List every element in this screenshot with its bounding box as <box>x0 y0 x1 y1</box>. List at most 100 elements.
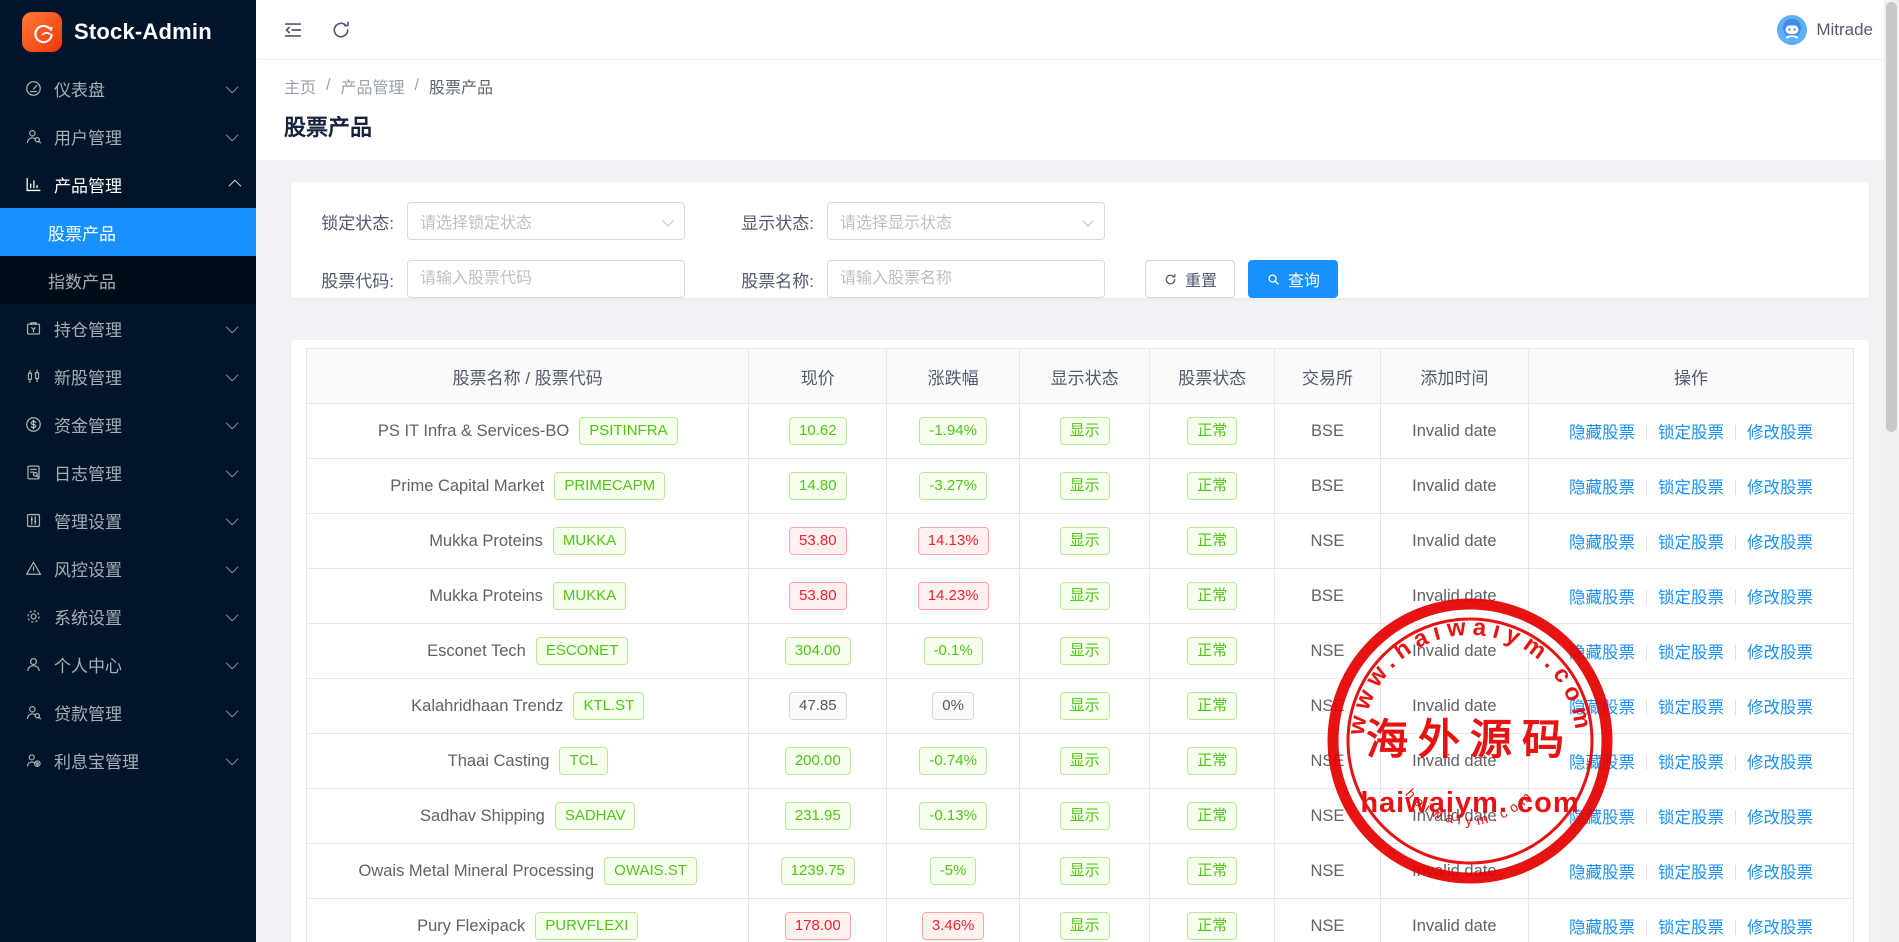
chevron-down-icon <box>226 128 239 141</box>
lock-stock-link[interactable]: 锁定股票 <box>1658 864 1724 882</box>
lock-status-select[interactable]: 请选择锁定状态 <box>407 202 685 240</box>
action-divider <box>1646 920 1647 935</box>
hide-stock-link[interactable]: 隐藏股票 <box>1569 754 1635 772</box>
table-header-row: 股票名称 / 股票代码 现价 涨跌幅 显示状态 股票状态 交易所 添加时间 操作 <box>307 349 1854 404</box>
hide-stock-link[interactable]: 隐藏股票 <box>1569 699 1635 717</box>
sidebar-item-loans[interactable]: 贷款管理 <box>0 688 256 736</box>
stock-status-badge: 正常 <box>1187 527 1237 555</box>
sidebar-item-positions[interactable]: 持仓管理 <box>0 304 256 352</box>
hide-stock-link[interactable]: 隐藏股票 <box>1569 424 1635 442</box>
filter-card: 锁定状态: 请选择锁定状态 显示状态: 请选择显示状态 股票代码: <box>291 182 1869 298</box>
edit-stock-link[interactable]: 修改股票 <box>1747 864 1813 882</box>
stock-status-badge: 正常 <box>1187 582 1237 610</box>
sidebar-item-interest[interactable]: 利息宝管理 <box>0 736 256 784</box>
sidebar-item-ipo[interactable]: 新股管理 <box>0 352 256 400</box>
table-row: Esconet Tech ESCONET 304.00 -0.1% 显示 正常 … <box>307 624 1854 679</box>
lock-stock-link[interactable]: 锁定股票 <box>1658 534 1724 552</box>
lock-stock-link[interactable]: 锁定股票 <box>1658 919 1724 937</box>
chevron-down-icon <box>662 215 673 226</box>
lock-stock-link[interactable]: 锁定股票 <box>1658 754 1724 772</box>
sidebar-item-funds[interactable]: 资金管理 <box>0 400 256 448</box>
price-badge: 10.62 <box>789 417 847 445</box>
hide-stock-link[interactable]: 隐藏股票 <box>1569 919 1635 937</box>
sidebar-item-products[interactable]: 产品管理 <box>0 160 256 208</box>
added-time: Invalid date <box>1412 862 1496 880</box>
hide-stock-link[interactable]: 隐藏股票 <box>1569 864 1635 882</box>
sidebar-subitem-stock-products[interactable]: 股票产品 <box>0 208 256 256</box>
stock-status-badge: 正常 <box>1187 417 1237 445</box>
change-badge: -3.27% <box>919 472 987 500</box>
lock-stock-link[interactable]: 锁定股票 <box>1658 589 1724 607</box>
edit-stock-link[interactable]: 修改股票 <box>1747 809 1813 827</box>
display-status-badge: 显示 <box>1060 802 1110 830</box>
edit-stock-link[interactable]: 修改股票 <box>1747 644 1813 662</box>
hide-stock-link[interactable]: 隐藏股票 <box>1569 479 1635 497</box>
sidebar-item-system-settings[interactable]: 系统设置 <box>0 592 256 640</box>
display-status-select[interactable]: 请选择显示状态 <box>827 202 1105 240</box>
lock-stock-link[interactable]: 锁定股票 <box>1658 809 1724 827</box>
hide-stock-link[interactable]: 隐藏股票 <box>1569 534 1635 552</box>
stock-name: Mukka Proteins <box>429 587 543 606</box>
sidebar-item-dashboard[interactable]: 仪表盘 <box>0 64 256 112</box>
edit-stock-link[interactable]: 修改股票 <box>1747 534 1813 552</box>
col-header-price: 现价 <box>749 349 887 404</box>
lock-stock-link[interactable]: 锁定股票 <box>1658 699 1724 717</box>
added-time: Invalid date <box>1412 807 1496 825</box>
sidebar-item-label: 个人中心 <box>54 652 122 677</box>
col-header-change: 涨跌幅 <box>887 349 1020 404</box>
edit-stock-link[interactable]: 修改股票 <box>1747 699 1813 717</box>
edit-stock-link[interactable]: 修改股票 <box>1747 919 1813 937</box>
avatar <box>1777 15 1807 45</box>
price-badge: 304.00 <box>785 637 851 665</box>
display-status-badge: 显示 <box>1060 747 1110 775</box>
search-icon <box>1266 272 1281 287</box>
display-status-placeholder: 请选择显示状态 <box>840 209 952 233</box>
stock-code-badge: KTL.ST <box>573 692 644 720</box>
sidebar-item-logs[interactable]: 日志管理 <box>0 448 256 496</box>
sidebar-item-admin-settings[interactable]: 管理设置 <box>0 496 256 544</box>
action-divider <box>1735 920 1736 935</box>
action-divider <box>1735 535 1736 550</box>
search-button[interactable]: 查询 <box>1248 260 1338 298</box>
edit-stock-link[interactable]: 修改股票 <box>1747 754 1813 772</box>
edit-stock-link[interactable]: 修改股票 <box>1747 424 1813 442</box>
reset-button[interactable]: 重置 <box>1145 260 1235 298</box>
hide-stock-link[interactable]: 隐藏股票 <box>1569 644 1635 662</box>
action-divider <box>1646 865 1647 880</box>
display-status-badge: 显示 <box>1060 692 1110 720</box>
scrollbar-thumb[interactable] <box>1886 2 1897 432</box>
action-divider <box>1735 590 1736 605</box>
sidebar-item-risk-settings[interactable]: 风控设置 <box>0 544 256 592</box>
stock-name-input[interactable] <box>840 270 1092 288</box>
price-badge: 200.00 <box>785 747 851 775</box>
sidebar-item-label: 资金管理 <box>54 412 122 437</box>
sidebar-subitem-index-products[interactable]: 指数产品 <box>0 256 256 304</box>
log-file-icon <box>24 463 43 482</box>
collapse-sidebar-icon[interactable] <box>282 19 304 41</box>
lock-stock-link[interactable]: 锁定股票 <box>1658 644 1724 662</box>
price-badge: 1239.75 <box>781 857 855 885</box>
position-box-icon <box>24 319 43 338</box>
app-title: Stock-Admin <box>74 19 212 45</box>
exchange: BSE <box>1311 587 1344 605</box>
refresh-icon[interactable] <box>330 19 352 41</box>
user-menu[interactable]: Mitrade <box>1777 15 1873 45</box>
sidebar-item-users[interactable]: 用户管理 <box>0 112 256 160</box>
hide-stock-link[interactable]: 隐藏股票 <box>1569 589 1635 607</box>
sidebar-item-profile[interactable]: 个人中心 <box>0 640 256 688</box>
sidebar-item-label: 新股管理 <box>54 364 122 389</box>
added-time: Invalid date <box>1412 422 1496 440</box>
edit-stock-link[interactable]: 修改股票 <box>1747 479 1813 497</box>
exchange: NSE <box>1311 807 1345 825</box>
hide-stock-link[interactable]: 隐藏股票 <box>1569 809 1635 827</box>
stock-code-input[interactable] <box>420 270 672 288</box>
breadcrumb-products[interactable]: 产品管理 <box>340 74 404 98</box>
lock-stock-link[interactable]: 锁定股票 <box>1658 424 1724 442</box>
breadcrumb-home[interactable]: 主页 <box>284 74 316 98</box>
filter-row-1: 锁定状态: 请选择锁定状态 显示状态: 请选择显示状态 <box>315 202 1845 240</box>
lock-stock-link[interactable]: 锁定股票 <box>1658 479 1724 497</box>
gauge-icon <box>24 79 43 98</box>
edit-stock-link[interactable]: 修改股票 <box>1747 589 1813 607</box>
sidebar-item-label: 系统设置 <box>54 604 122 629</box>
exchange: NSE <box>1311 917 1345 935</box>
